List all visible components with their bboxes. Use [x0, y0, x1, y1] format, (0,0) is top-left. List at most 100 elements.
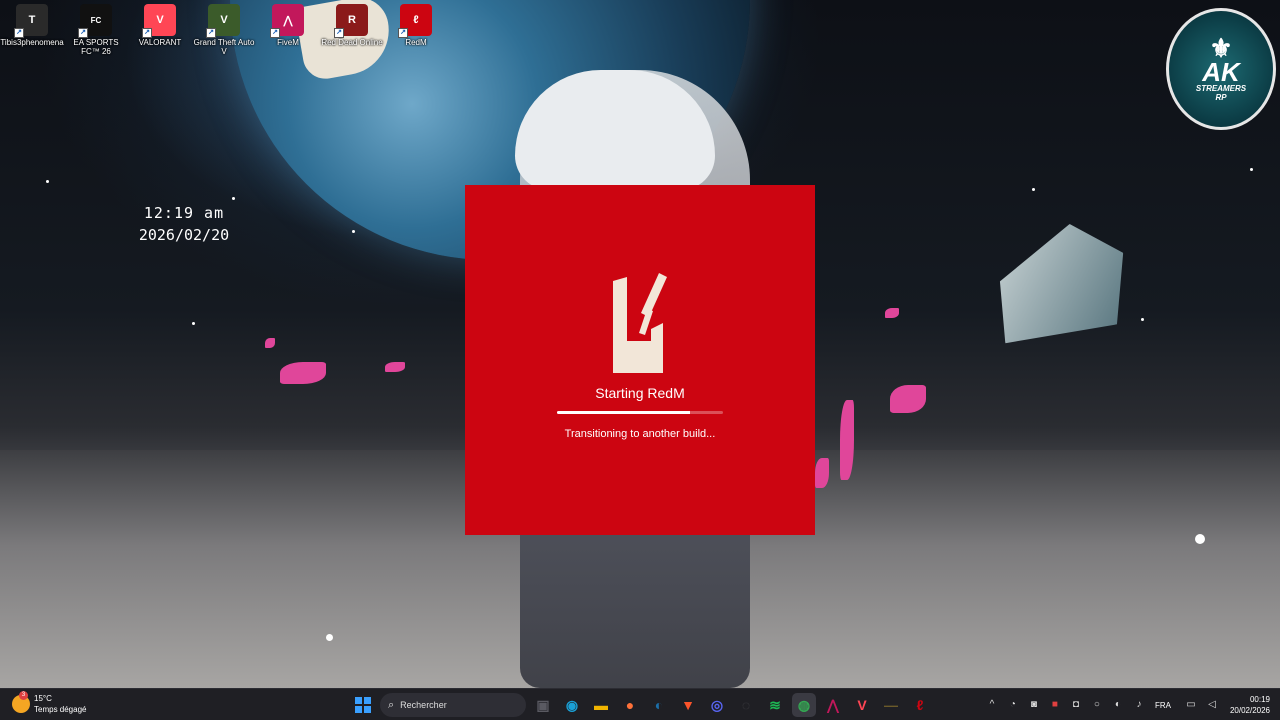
brave-icon: ▼ — [681, 697, 695, 713]
desktop-icons: T ↗ Tibis3phenomena FC ↗ EA SPORTS FC™ 26 … — [0, 4, 448, 56]
taskbar-center: ⌕ Rechercher ▣ ◉ ▬ ● ◐ ▼ ◎ ◌ ≋ ◍ ⋀ V — ℓ — [350, 692, 932, 718]
desktop-icon-label: Tibis3phenomena — [0, 38, 64, 47]
taskbar-apps: ▣ ◉ ▬ ● ◐ ▼ ◎ ◌ ≋ ◍ ⋀ V — ℓ — [526, 693, 932, 717]
file-explorer-icon: ▬ — [594, 697, 608, 713]
petal — [280, 362, 326, 384]
taskbar-app-brave[interactable]: ▼ — [676, 693, 700, 717]
petal — [885, 308, 899, 318]
taskbar-app-redm[interactable]: ℓ — [908, 693, 932, 717]
fivem-icon: ⋀ — [827, 696, 839, 713]
search-placeholder: Rechercher — [400, 700, 447, 710]
github-icon: ◌ — [741, 697, 751, 713]
system-time: 00:19 — [1249, 695, 1270, 704]
widget-date: 2026/02/20 — [138, 226, 230, 244]
firefox-icon: ● — [625, 697, 635, 713]
desktop-icon-redm[interactable]: ℓ ↗ RedM — [384, 4, 448, 56]
tray-app-icon[interactable]: ■ — [1047, 697, 1063, 713]
star — [352, 230, 355, 233]
widget-time: 12:19 am — [143, 204, 225, 222]
desktop-icon-label: Grand Theft Auto V — [193, 38, 255, 56]
desktop-icon-label: VALORANT — [138, 38, 182, 47]
tray-app-icon[interactable]: ◘ — [1068, 697, 1084, 713]
star — [46, 180, 49, 183]
weather-widget[interactable]: 3 15°C Temps dégagé — [12, 691, 87, 715]
volume-icon[interactable]: ◁ — [1204, 697, 1220, 713]
tibis-app-icon: T ↗ — [14, 4, 48, 38]
desktop-clock-widget: 12:19 am 2026/02/20 — [128, 204, 240, 244]
desktop-icon-tibis[interactable]: T ↗ Tibis3phenomena — [0, 4, 64, 56]
taskbar-app-gta[interactable]: — — [879, 693, 903, 717]
network-icon[interactable]: ▭ — [1183, 697, 1199, 713]
star — [1195, 534, 1205, 544]
floating-rock — [976, 211, 1143, 359]
redm-icon: ℓ ↗ — [398, 4, 432, 38]
petal — [265, 338, 275, 348]
chrome-icon: ◍ — [797, 696, 811, 713]
petal — [815, 458, 829, 488]
taskbar-app-steam[interactable]: ◐ — [647, 693, 671, 717]
gta-v-icon: V ↗ — [206, 4, 240, 38]
discord-icon: ◎ — [710, 696, 724, 713]
valorant-icon: V — [857, 697, 867, 713]
petal — [840, 400, 854, 480]
search-icon: ⌕ — [388, 698, 395, 711]
ea-fc-icon: FC ↗ — [78, 4, 112, 38]
edge-icon: ◉ — [565, 696, 579, 713]
desktop-icon-fivem[interactable]: ⋀ ↗ FiveM — [256, 4, 320, 56]
weather-desc: Temps dégagé — [34, 705, 87, 714]
splash-status: Transitioning to another build... — [564, 428, 716, 440]
weather-temp: 15°C — [34, 694, 52, 703]
splash-progress-bar — [557, 411, 723, 414]
star — [232, 197, 235, 200]
valorant-icon: V ↗ — [142, 4, 176, 38]
taskbar-app-discord[interactable]: ◎ — [705, 693, 729, 717]
spotify-icon: ≋ — [769, 696, 781, 713]
desktop-icon-label: EA SPORTS FC™ 26 — [73, 38, 119, 56]
desktop-icon-label: Red Dead Online — [321, 38, 383, 47]
notification-badge: 3 — [19, 691, 28, 700]
star — [192, 322, 195, 325]
desktop-icon-ea-fc[interactable]: FC ↗ EA SPORTS FC™ 26 — [64, 4, 128, 56]
sun-icon: 3 — [12, 691, 30, 713]
taskbar-app-github[interactable]: ◌ — [734, 693, 758, 717]
task-view-icon: ▣ — [536, 696, 550, 713]
taskbar-app-edge[interactable]: ◉ — [560, 693, 584, 717]
taskbar-app-valorant[interactable]: V — [850, 693, 874, 717]
taskbar-app-spotify[interactable]: ≋ — [763, 693, 787, 717]
taskbar-app-fivem[interactable]: ⋀ — [821, 693, 845, 717]
redm-splash-window: Starting RedM Transitioning to another b… — [465, 185, 815, 535]
taskbar-app-task-view[interactable]: ▣ — [531, 693, 555, 717]
badge-sub-text-2: RP — [1215, 93, 1227, 102]
microphone-icon[interactable]: ♪ — [1131, 697, 1147, 713]
taskbar: 3 15°C Temps dégagé ⌕ Rechercher ▣ ◉ ▬ ● ◐ ▼ ◎… — [0, 688, 1280, 720]
splash-progress-fill — [557, 411, 690, 414]
taskbar-app-file-explorer[interactable]: ▬ — [589, 693, 613, 717]
star — [1250, 168, 1253, 171]
steam-icon[interactable]: ◐ — [1110, 697, 1126, 713]
desktop-icon-label: RedM — [405, 38, 427, 47]
tray-app-icon[interactable]: ◙ — [1026, 697, 1042, 713]
star — [1141, 318, 1144, 321]
windows-icon — [355, 697, 371, 713]
badge-sub-text: STREAMERS — [1195, 84, 1247, 93]
star — [326, 634, 333, 641]
tray-app-icon[interactable]: ○ — [1089, 697, 1105, 713]
desktop-icon-valorant[interactable]: V ↗ VALORANT — [128, 4, 192, 56]
red-dead-online-icon: R ↗ — [334, 4, 368, 38]
start-button[interactable] — [350, 692, 376, 718]
desktop-icon-gta-v[interactable]: V ↗ Grand Theft Auto V — [192, 4, 256, 56]
taskbar-app-firefox[interactable]: ● — [618, 693, 642, 717]
taskbar-app-chrome[interactable]: ◍ — [792, 693, 816, 717]
desktop-icon-red-dead-online[interactable]: R ↗ Red Dead Online — [320, 4, 384, 56]
tray-app-icon[interactable]: ◔ — [1005, 697, 1021, 713]
fivem-icon: ⋀ ↗ — [270, 4, 304, 38]
language-indicator[interactable]: FRA — [1155, 701, 1171, 710]
taskbar-search[interactable]: ⌕ Rechercher — [380, 693, 526, 717]
chevron-up-icon[interactable]: ^ — [984, 697, 1000, 713]
redm-logo-icon — [613, 273, 667, 373]
steam-icon: ◐ — [654, 697, 664, 713]
system-clock[interactable]: 00:19 20/02/2026 — [1230, 694, 1270, 716]
ak-streamers-logo: ⚜ AK STREAMERS RP — [1166, 8, 1276, 130]
desktop-icon-label: FiveM — [277, 38, 299, 47]
petal — [890, 385, 926, 413]
